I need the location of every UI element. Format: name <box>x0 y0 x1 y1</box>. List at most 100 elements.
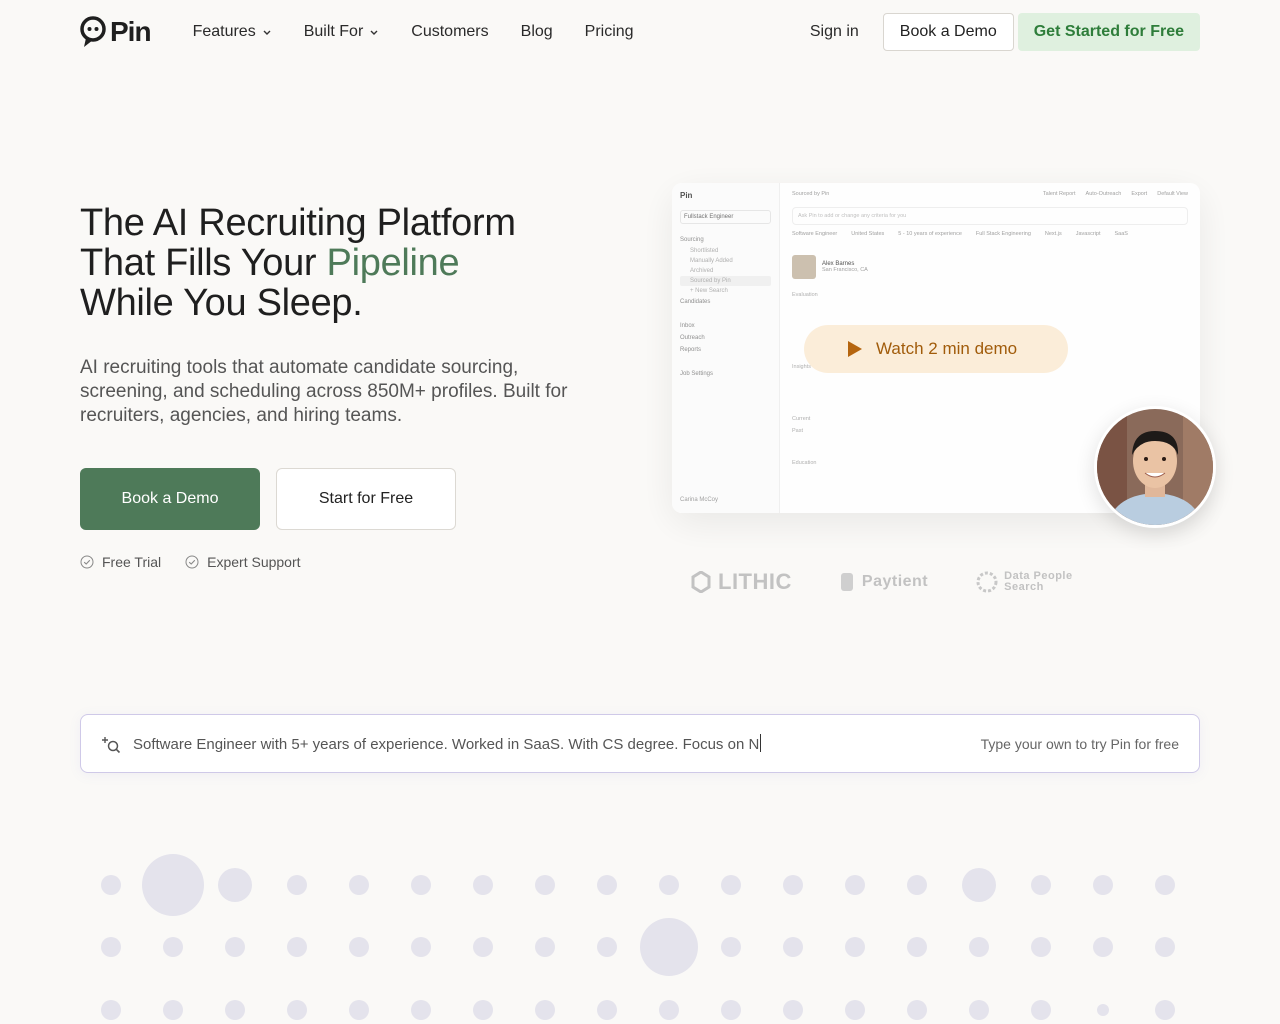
preview-header-action: Talent Report <box>1042 191 1076 197</box>
preview-side-item: Job Settings <box>680 371 714 377</box>
decor-dot <box>721 937 741 957</box>
nav-features[interactable]: Features <box>193 23 272 41</box>
preview-job-select: Fullstack Engineer <box>680 210 771 224</box>
decor-dot <box>1031 1000 1051 1020</box>
person-photo <box>1097 409 1213 525</box>
preview-header-action: Auto-Outreach <box>1085 191 1122 197</box>
nav-blog[interactable]: Blog <box>521 23 553 41</box>
preview-brand: Pin <box>680 191 693 200</box>
decor-dot <box>1031 937 1051 957</box>
decor-dot <box>659 1000 679 1020</box>
perk-label: Free Trial <box>102 554 162 570</box>
nav-links: Features Built For Customers Blog Pricin… <box>193 23 634 41</box>
logo-data-people: Data People Search <box>976 571 1074 593</box>
decor-dot <box>783 937 803 957</box>
preview-tag: Full Stack Engineering <box>975 231 1031 237</box>
sign-in-link[interactable]: Sign in <box>790 23 879 41</box>
decor-dot <box>101 875 121 895</box>
preview-row-label: Evaluation <box>792 292 818 298</box>
check-circle-icon <box>80 555 94 569</box>
decor-dot <box>411 875 431 895</box>
decor-dot <box>969 1000 989 1020</box>
decor-dot <box>535 937 555 957</box>
pin-logo-icon <box>80 16 106 47</box>
decor-dot <box>1031 875 1051 895</box>
perk-free-trial: Free Trial <box>80 554 161 570</box>
decor-dot <box>473 875 493 895</box>
top-nav: Pin Features Built For Customers Blog Pr… <box>0 0 1280 64</box>
decor-dot <box>225 937 245 957</box>
preview-header-action: Default View <box>1157 191 1188 197</box>
watch-demo-label: Watch 2 min demo <box>876 339 1018 358</box>
decor-dot <box>163 937 183 957</box>
logo-lithic-text: LITHIC <box>718 569 792 594</box>
search-input-text: Software Engineer with 5+ years of exper… <box>133 736 760 753</box>
sparkle-search-icon <box>102 736 121 753</box>
watch-demo-button[interactable]: Watch 2 min demo <box>804 325 1068 373</box>
decor-dot <box>597 875 617 895</box>
start-free-button[interactable]: Start for Free <box>276 468 456 530</box>
try-search-bar[interactable]: Software Engineer with 5+ years of exper… <box>80 714 1200 773</box>
decor-dot <box>218 868 252 902</box>
search-input[interactable]: Software Engineer with 5+ years of exper… <box>133 734 762 753</box>
nav-customers[interactable]: Customers <box>411 23 488 41</box>
hero-title-line3: While You Sleep. <box>80 282 363 324</box>
decor-dot <box>142 854 204 916</box>
preview-tag: 5 - 10 years of experience <box>898 231 962 237</box>
hero-perks: Free Trial Expert Support <box>80 554 301 570</box>
decor-dot <box>640 918 698 976</box>
decor-dot <box>659 875 679 895</box>
decor-dot <box>969 937 989 957</box>
preview-tag: Javascript <box>1075 231 1101 237</box>
nav-built-for[interactable]: Built For <box>304 23 380 41</box>
decor-dot <box>962 868 996 902</box>
nav-built-for-label: Built For <box>303 23 364 40</box>
preview-user: Carina McCoy <box>680 497 719 503</box>
hero-title: The AI Recruiting Platform That Fills Yo… <box>80 203 640 323</box>
text-caret <box>760 734 762 752</box>
nav-get-started-button[interactable]: Get Started for Free <box>1017 13 1200 51</box>
decor-dot <box>101 1000 121 1020</box>
decor-dot <box>535 875 555 895</box>
dot-grid-decoration <box>101 854 1175 1020</box>
decor-dot <box>907 1000 927 1020</box>
preview-side-item: Inbox <box>680 323 695 329</box>
decor-dot <box>845 937 865 957</box>
brand-logo[interactable]: Pin <box>80 16 152 48</box>
preview-header-title: Sourced by Pin <box>792 191 830 197</box>
perk-expert-support: Expert Support <box>185 554 301 570</box>
preview-side-item: Archived <box>690 268 714 274</box>
decor-dot <box>349 875 369 895</box>
logo-paytient: Paytient <box>840 572 928 592</box>
preview-prompt: Ask Pin to add or change any criteria fo… <box>792 207 1188 225</box>
preview-header-action: Export <box>1131 191 1148 197</box>
decor-dot <box>411 937 431 957</box>
play-icon <box>848 341 862 357</box>
logo-lithic: LITHIC <box>690 569 792 595</box>
decor-dot <box>1097 1004 1109 1016</box>
decor-dot <box>907 875 927 895</box>
nav-actions: Sign in Book a Demo Get Started for Free <box>790 13 1200 51</box>
book-demo-button[interactable]: Book a Demo <box>80 468 260 530</box>
decor-dot <box>783 1000 803 1020</box>
decor-dot <box>597 1000 617 1020</box>
decor-dot <box>1155 1000 1175 1020</box>
customer-logos: LITHIC Paytient Data People Search <box>690 562 1200 602</box>
preview-candidate: Alex Barnes San Francisco, CA <box>792 255 1188 279</box>
preview-header-actions: Talent Report Auto-Outreach Export Defau… <box>1043 191 1188 197</box>
lithic-mark-icon <box>691 571 711 593</box>
brand-logo-text: Pin <box>110 16 152 47</box>
hero-title-line2: That Fills Your <box>80 242 327 284</box>
perk-label: Expert Support <box>207 554 301 570</box>
preview-sidebar: Pin Fullstack Engineer Sourcing Shortlis… <box>672 183 780 513</box>
hero-subtitle: AI recruiting tools that automate candid… <box>80 357 568 426</box>
preview-side-item: Sourced by Pin <box>680 276 771 286</box>
candidate-location: San Francisco, CA <box>822 267 868 273</box>
nav-book-demo-button[interactable]: Book a Demo <box>882 13 1014 51</box>
decor-dot <box>473 937 493 957</box>
preview-row-spacer <box>792 373 1188 413</box>
search-hint: Type your own to try Pin for free <box>980 735 1179 752</box>
decor-dot <box>845 1000 865 1020</box>
decor-dot <box>287 875 307 895</box>
nav-pricing[interactable]: Pricing <box>585 23 634 41</box>
